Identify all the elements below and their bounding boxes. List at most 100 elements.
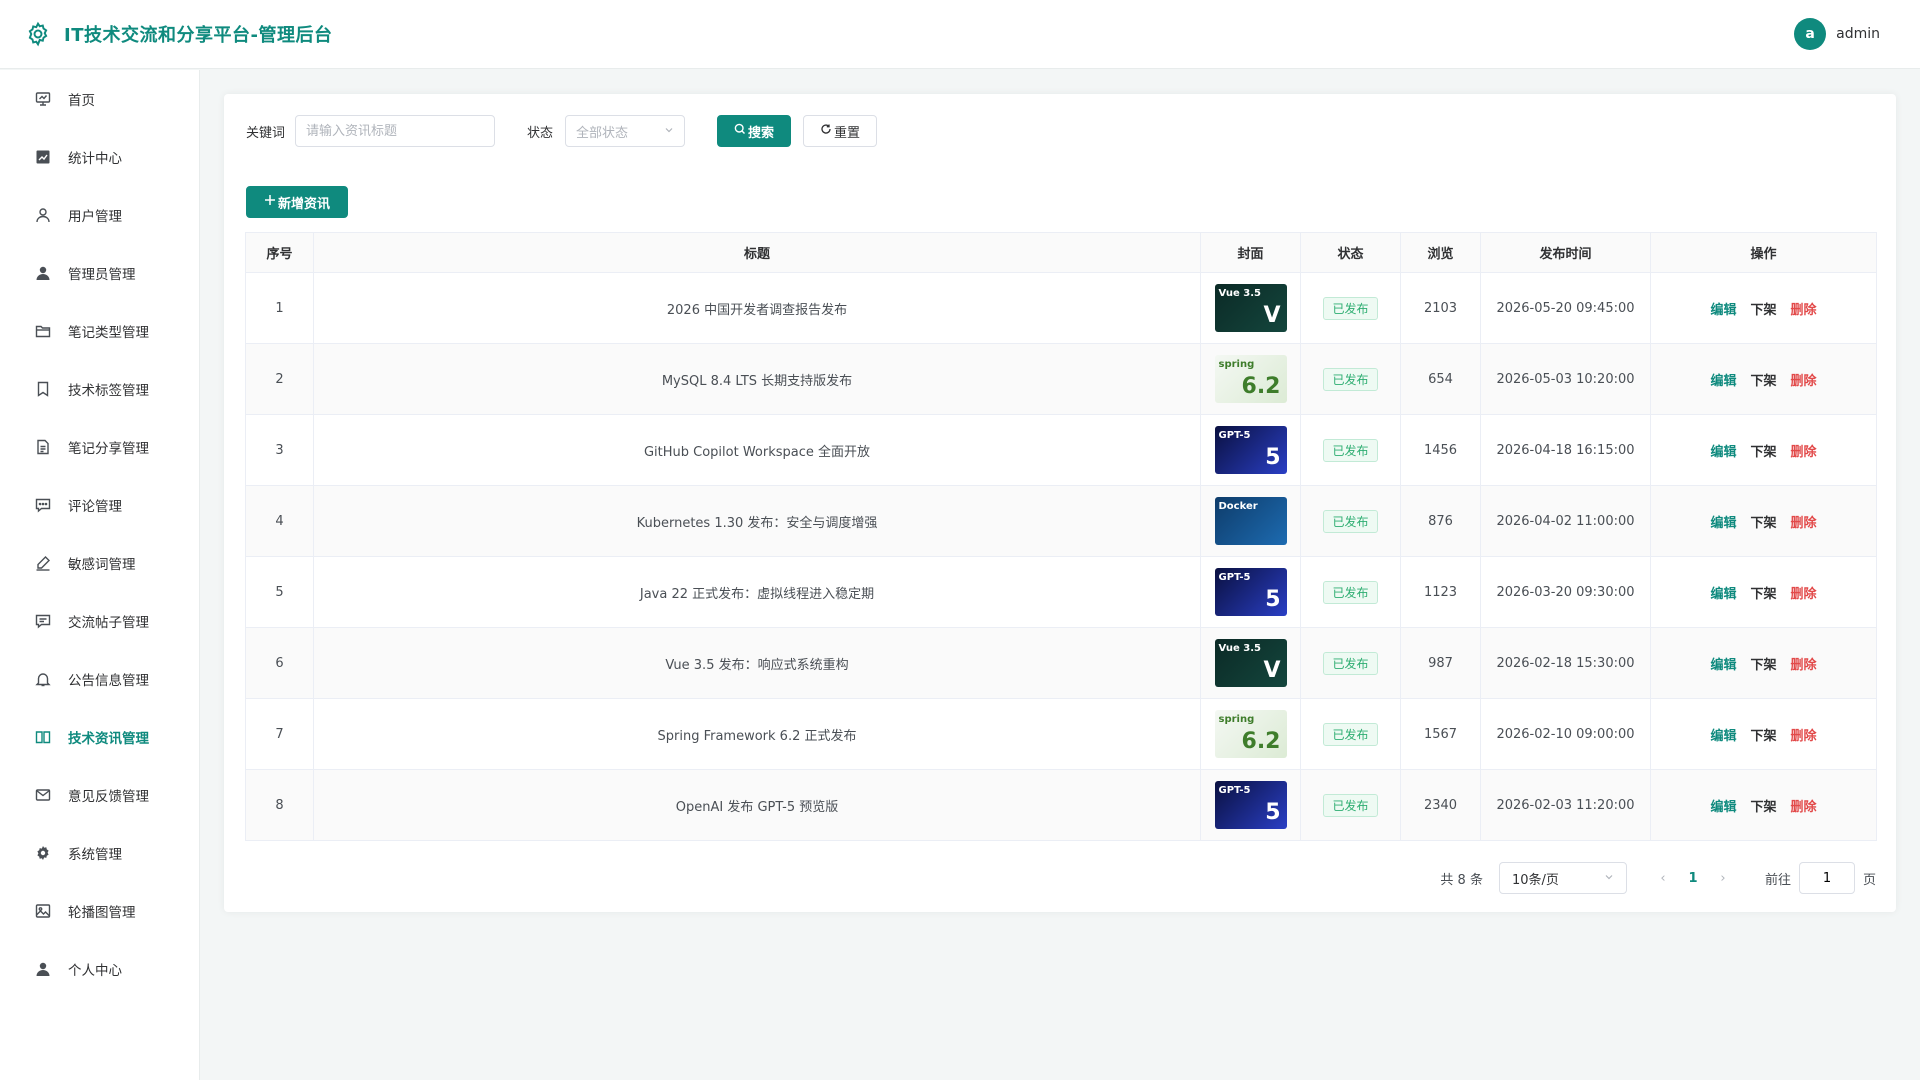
offline-button[interactable]: 下架 [1750, 370, 1776, 389]
offline-button[interactable]: 下架 [1750, 583, 1776, 602]
news-title: GitHub Copilot Workspace 全面开放 [313, 414, 1201, 486]
sidebar-item-carousel[interactable]: 轮播图管理 [0, 882, 199, 940]
status-select[interactable]: 全部状态 [565, 115, 686, 147]
sidebar-item-tech-news[interactable]: 技术资讯管理 [0, 708, 199, 766]
comment-icon [34, 496, 52, 514]
sidebar-item-profile[interactable]: 个人中心 [0, 940, 199, 998]
actions-cell: 编辑 下架 删除 [1650, 272, 1877, 344]
status-cell: 已发布 [1300, 627, 1401, 699]
page-number-current[interactable]: 1 [1681, 871, 1705, 886]
pagination: 共 8 条 10条/页 ‹ 1 › 前往 页 [1440, 862, 1876, 894]
sidebar-item-admins[interactable]: 管理员管理 [0, 244, 199, 302]
sidebar-item-system[interactable]: 系统管理 [0, 824, 199, 882]
reset-button[interactable]: 重置 [803, 115, 878, 147]
cover-image[interactable]: spring 6.2 [1214, 355, 1287, 403]
row-index: 5 [245, 556, 314, 628]
views-count: 1123 [1400, 556, 1481, 628]
edit-button[interactable]: 编辑 [1710, 796, 1736, 815]
chevron-down-icon [664, 124, 674, 139]
edit-button[interactable]: 编辑 [1710, 441, 1736, 460]
avatar[interactable]: a [1794, 18, 1827, 50]
edit-button[interactable]: 编辑 [1710, 512, 1736, 531]
offline-button[interactable]: 下架 [1750, 512, 1776, 531]
sidebar-item-sensitive-words[interactable]: 敏感词管理 [0, 534, 199, 592]
cover-cell: Vue 3.5 V [1200, 272, 1301, 344]
next-page-button[interactable]: › [1711, 871, 1735, 886]
status-badge: 已发布 [1323, 793, 1378, 817]
cover-image[interactable]: GPT-5 5 [1214, 426, 1287, 474]
top-header: IT技术交流和分享平台-管理后台 a admin [0, 0, 1920, 69]
delete-button[interactable]: 删除 [1791, 796, 1817, 815]
news-title: Spring Framework 6.2 正式发布 [313, 698, 1201, 770]
sidebar-item-label: 个人中心 [68, 963, 122, 979]
user-menu[interactable]: a admin [1794, 18, 1880, 50]
column-header: 序号 [245, 232, 314, 273]
column-header: 浏览 [1400, 232, 1481, 273]
edit-button[interactable]: 编辑 [1710, 299, 1736, 318]
delete-button[interactable]: 删除 [1791, 583, 1817, 602]
views-count: 876 [1400, 485, 1481, 557]
sidebar-item-stats[interactable]: 统计中心 [0, 128, 199, 186]
offline-button[interactable]: 下架 [1750, 441, 1776, 460]
column-header: 标题 [313, 232, 1201, 273]
search-button[interactable]: 搜索 [717, 115, 792, 147]
goto-page-input[interactable] [1798, 862, 1855, 894]
edit-button[interactable]: 编辑 [1710, 725, 1736, 744]
sidebar-item-note-types[interactable]: 笔记类型管理 [0, 302, 199, 360]
sidebar-item-home[interactable]: 首页 [0, 70, 199, 128]
reset-button-label: 重置 [834, 125, 861, 141]
page-size-select[interactable]: 10条/页 [1498, 862, 1627, 894]
status-cell: 已发布 [1300, 769, 1401, 841]
edit-button[interactable]: 编辑 [1710, 370, 1736, 389]
edit-button[interactable]: 编辑 [1710, 583, 1736, 602]
prev-page-button[interactable]: ‹ [1651, 871, 1675, 886]
delete-button[interactable]: 删除 [1791, 441, 1817, 460]
column-header: 操作 [1650, 232, 1877, 273]
gear-icon [34, 844, 52, 862]
delete-button[interactable]: 删除 [1791, 299, 1817, 318]
news-title: MySQL 8.4 LTS 长期支持版发布 [313, 343, 1201, 415]
delete-button[interactable]: 删除 [1791, 512, 1817, 531]
sidebar-item-users[interactable]: 用户管理 [0, 186, 199, 244]
cover-caption: Vue 3.5 [1218, 643, 1261, 654]
news-management-card: 关键词 状态 全部状态 搜索 重置 新增资讯 序号 标题 封面 状态 [224, 94, 1896, 912]
sidebar-item-comments[interactable]: 评论管理 [0, 476, 199, 534]
cover-image[interactable]: Vue 3.5 V [1214, 639, 1287, 687]
sidebar-item-tags[interactable]: 技术标签管理 [0, 360, 199, 418]
sidebar-item-posts[interactable]: 交流帖子管理 [0, 592, 199, 650]
sidebar-item-note-share[interactable]: 笔记分享管理 [0, 418, 199, 476]
column-header: 发布时间 [1480, 232, 1651, 273]
keyword-input[interactable] [295, 115, 496, 147]
cover-caption: GPT-5 [1218, 572, 1251, 583]
cover-image[interactable]: spring 6.2 [1214, 710, 1287, 758]
views-count: 654 [1400, 343, 1481, 415]
cover-image[interactable]: GPT-5 5 [1214, 781, 1287, 829]
publish-time: 2026-02-03 11:20:00 [1480, 769, 1651, 841]
sidebar-item-feedback[interactable]: 意见反馈管理 [0, 766, 199, 824]
delete-button[interactable]: 删除 [1791, 725, 1817, 744]
offline-button[interactable]: 下架 [1750, 725, 1776, 744]
delete-button[interactable]: 删除 [1791, 370, 1817, 389]
views-count: 1456 [1400, 414, 1481, 486]
add-news-button[interactable]: 新增资讯 [246, 186, 348, 218]
views-count: 1567 [1400, 698, 1481, 770]
offline-button[interactable]: 下架 [1750, 796, 1776, 815]
offline-button[interactable]: 下架 [1750, 299, 1776, 318]
sidebar-item-notices[interactable]: 公告信息管理 [0, 650, 199, 708]
offline-button[interactable]: 下架 [1750, 654, 1776, 673]
delete-button[interactable]: 删除 [1791, 654, 1817, 673]
actions-cell: 编辑 下架 删除 [1650, 556, 1877, 628]
username[interactable]: admin [1836, 26, 1880, 42]
sidebar-item-label: 交流帖子管理 [68, 615, 149, 631]
edit-button[interactable]: 编辑 [1710, 654, 1736, 673]
row-index: 7 [245, 698, 314, 770]
actions-cell: 编辑 下架 删除 [1650, 627, 1877, 699]
actions-cell: 编辑 下架 删除 [1650, 485, 1877, 557]
cover-image[interactable]: GPT-5 5 [1214, 568, 1287, 616]
status-label: 状态 [527, 125, 554, 141]
edit-icon [34, 554, 52, 572]
cover-image[interactable]: Vue 3.5 V [1214, 284, 1287, 332]
cover-image[interactable]: Docker [1214, 497, 1287, 545]
status-cell: 已发布 [1300, 698, 1401, 770]
sidebar-item-label: 用户管理 [68, 209, 122, 225]
